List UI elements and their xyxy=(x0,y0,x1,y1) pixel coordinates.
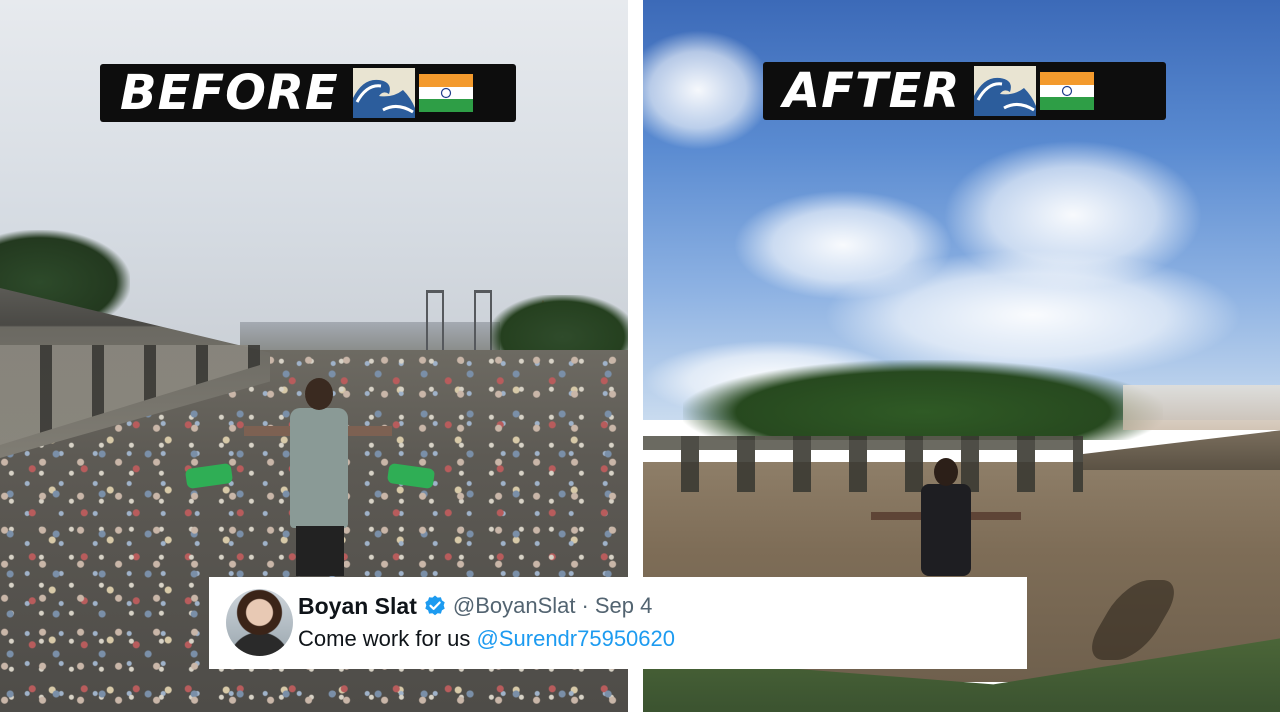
before-label: BEFORE xyxy=(120,65,339,121)
after-banner: AFTER xyxy=(763,62,1166,120)
verified-badge-icon xyxy=(425,595,445,616)
india-flag-icon xyxy=(1040,72,1095,110)
avatar[interactable] xyxy=(226,589,293,656)
person-arms-outstretched xyxy=(871,458,1021,578)
water-wave-icon xyxy=(974,66,1037,116)
tweet-body-text: Come work for us xyxy=(298,626,471,651)
water-wave-icon xyxy=(352,68,415,118)
header-separator: · xyxy=(581,593,589,618)
distant-village xyxy=(1123,385,1280,430)
after-label: AFTER xyxy=(783,63,961,119)
tree-line xyxy=(683,360,1163,440)
person-with-gloves xyxy=(184,378,436,578)
india-flag-icon xyxy=(418,74,473,112)
author-handle[interactable]: @BoyanSlat xyxy=(453,593,576,619)
power-pylon xyxy=(426,290,444,352)
mention-link[interactable]: @Surendr75950620 xyxy=(477,626,675,651)
tweet-card: Boyan Slat @BoyanSlat · Sep 4 Come work … xyxy=(209,577,1027,669)
author-name[interactable]: Boyan Slat xyxy=(298,593,417,620)
tweet-header: Boyan Slat @BoyanSlat · Sep 4 xyxy=(298,591,652,621)
tweet-text: Come work for us @Surendr75950620 xyxy=(298,626,675,652)
tweet-date[interactable]: Sep 4 xyxy=(595,593,653,619)
before-banner: BEFORE xyxy=(100,64,516,122)
